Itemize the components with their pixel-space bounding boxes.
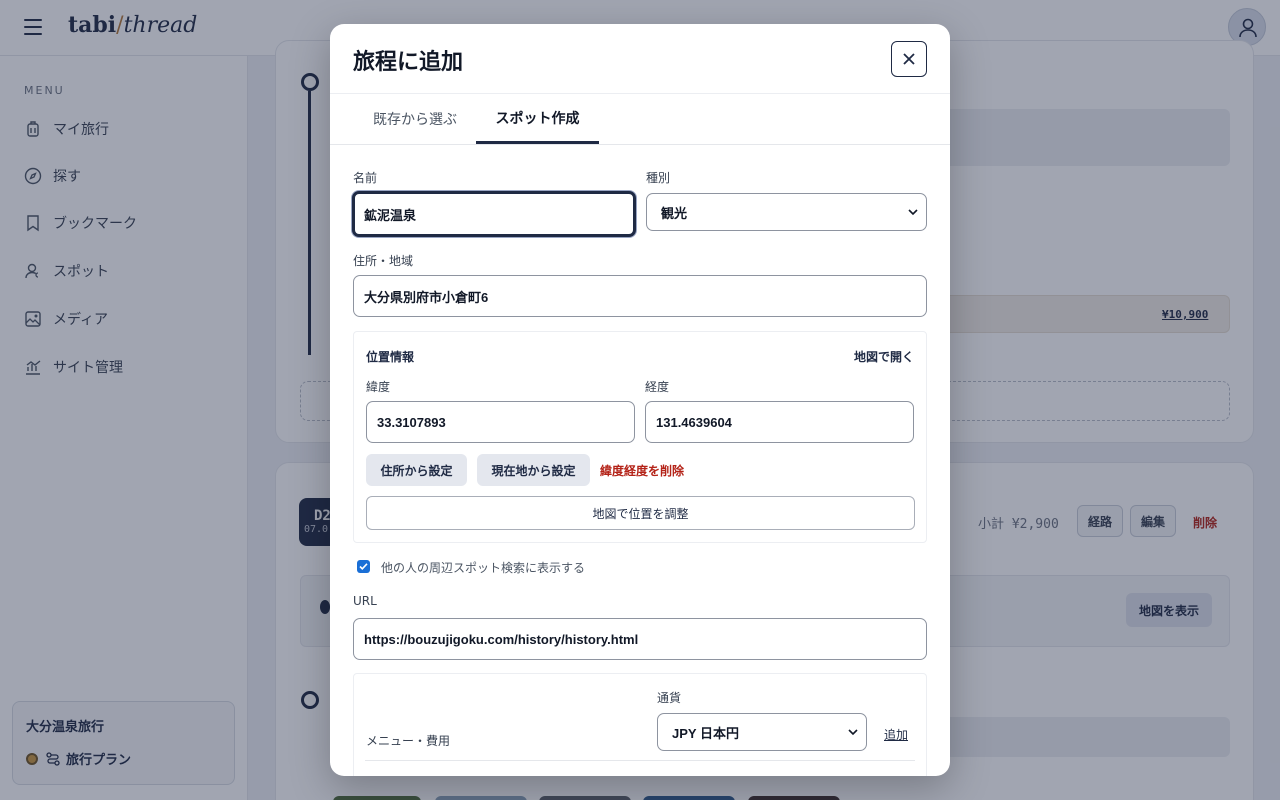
- latitude-label: 緯度: [366, 380, 391, 394]
- clear-coordinates-link[interactable]: 緯度経度を削除: [600, 462, 684, 479]
- tab-choose-existing[interactable]: 既存から選ぶ: [354, 94, 476, 144]
- type-select-value: 観光: [661, 205, 688, 221]
- checkmark-icon: [359, 563, 368, 570]
- menu-cost-heading: メニュー・費用: [366, 734, 451, 748]
- divider: [330, 144, 950, 145]
- add-to-itinerary-modal: 旅程に追加 既存から選ぶ スポット作成 名前 鉱泥温泉 種別 観光 住所・地域 …: [330, 24, 950, 776]
- set-from-address-button[interactable]: 住所から設定: [366, 454, 467, 486]
- address-input[interactable]: 大分県別府市小倉町6: [353, 275, 927, 317]
- tab-create-spot[interactable]: スポット作成: [476, 94, 599, 144]
- add-cost-link[interactable]: 追加: [884, 726, 908, 743]
- currency-select-value: JPY 日本円: [672, 725, 739, 741]
- name-input[interactable]: 鉱泥温泉: [352, 191, 636, 237]
- modal-title: 旅程に追加: [353, 50, 464, 75]
- name-label: 名前: [353, 171, 378, 185]
- location-heading: 位置情報: [366, 350, 415, 364]
- type-label: 種別: [646, 171, 671, 185]
- location-section: 位置情報 地図で開く 緯度 33.3107893 経度 131.4639604 …: [353, 331, 927, 543]
- url-label: URL: [353, 594, 377, 608]
- longitude-label: 経度: [645, 380, 670, 394]
- close-icon: [903, 53, 915, 65]
- set-from-current-location-button[interactable]: 現在地から設定: [477, 454, 590, 486]
- latitude-input[interactable]: 33.3107893: [366, 401, 635, 443]
- share-nearby-label[interactable]: 他の人の周辺スポット検索に表示する: [381, 559, 585, 576]
- url-input[interactable]: https://bouzujigoku.com/history/history.…: [353, 618, 927, 660]
- close-button[interactable]: [891, 41, 927, 77]
- share-nearby-checkbox[interactable]: [357, 560, 370, 573]
- chevron-down-icon: [908, 209, 918, 216]
- currency-label: 通貨: [657, 691, 682, 705]
- open-in-map-link[interactable]: 地図で開く: [854, 348, 914, 365]
- address-label: 住所・地域: [353, 254, 414, 268]
- type-select[interactable]: 観光: [646, 193, 927, 231]
- longitude-input[interactable]: 131.4639604: [645, 401, 914, 443]
- divider: [365, 760, 915, 761]
- adjust-on-map-button[interactable]: 地図で位置を調整: [366, 496, 915, 530]
- chevron-down-icon: [848, 729, 858, 736]
- currency-select[interactable]: JPY 日本円: [657, 713, 867, 751]
